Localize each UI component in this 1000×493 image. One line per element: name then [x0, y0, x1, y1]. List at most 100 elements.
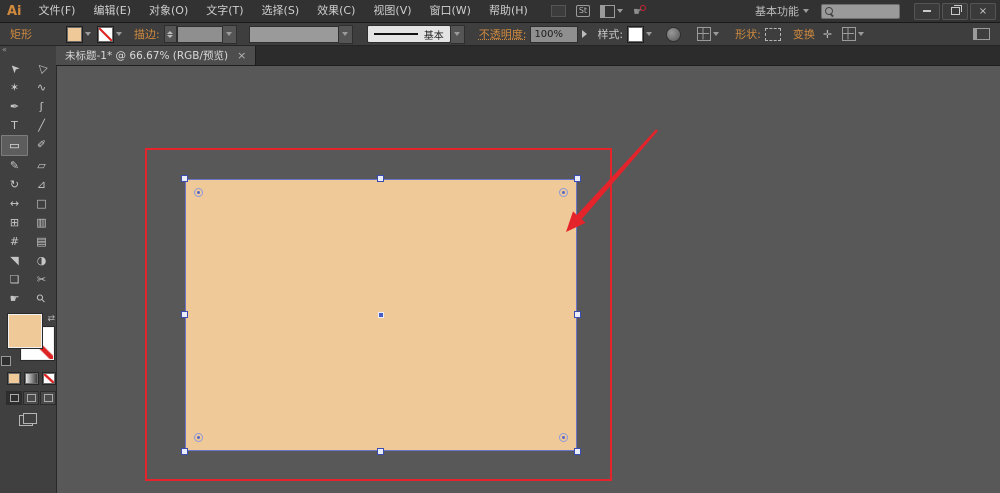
slice-tool[interactable]: ✂ — [28, 270, 55, 289]
opacity-label[interactable]: 不透明度: — [479, 26, 527, 42]
color-mode-button[interactable] — [7, 372, 22, 385]
recolor-artwork-icon[interactable] — [666, 26, 682, 42]
resize-handle-top-right[interactable] — [574, 175, 581, 182]
direct-selection-tool[interactable]: ▷ — [28, 59, 55, 78]
shape-builder-tool[interactable]: ⊞ — [1, 213, 28, 232]
arrange-documents-icon[interactable] — [600, 4, 624, 18]
opacity-input[interactable]: 100% — [530, 25, 579, 43]
menu-effect[interactable]: 效果(C) — [308, 0, 364, 22]
panel-collapse-icon[interactable] — [973, 28, 990, 40]
corner-radius-widget-tr[interactable] — [559, 188, 568, 197]
tool-panel-collapse-icon[interactable]: « — [0, 46, 56, 54]
menu-edit[interactable]: 编辑(E) — [84, 0, 140, 22]
screen-mode-button[interactable] — [19, 413, 37, 426]
canvas[interactable] — [56, 65, 1000, 493]
line-segment-tool[interactable]: ╱ — [28, 116, 55, 135]
corner-radius-widget-br[interactable] — [559, 433, 568, 442]
eraser-tool[interactable]: ▱ — [28, 156, 55, 175]
touch-workspace-icon[interactable]: ☛ — [633, 4, 646, 18]
pencil-tool[interactable]: ✎ — [1, 156, 28, 175]
draw-inside-button[interactable] — [40, 391, 56, 405]
brush-definition-select[interactable]: 基本 — [366, 25, 451, 43]
stroke-weight-stepper[interactable] — [163, 25, 177, 43]
draw-normal-button[interactable] — [6, 391, 22, 405]
isolate-icon[interactable] — [842, 27, 857, 41]
eyedropper-tool[interactable]: ◥ — [1, 251, 28, 270]
free-transform-tool[interactable]: □ — [28, 194, 55, 213]
menu-object[interactable]: 对象(O) — [140, 0, 197, 22]
menu-file[interactable]: 文件(F) — [30, 0, 85, 22]
scale-tool[interactable]: ⊿ — [28, 175, 55, 194]
corner-radius-widget-bl[interactable] — [194, 433, 203, 442]
blend-tool[interactable]: ◑ — [28, 251, 55, 270]
shape-label[interactable]: 形状: — [735, 26, 761, 42]
align-caret-icon[interactable] — [713, 32, 720, 36]
transform-label[interactable]: 变换 — [793, 26, 815, 42]
fill-caret-icon[interactable] — [85, 32, 91, 36]
graphic-style-swatch[interactable] — [627, 25, 645, 43]
artboard-tool[interactable]: ❏ — [1, 270, 28, 289]
resize-handle-middle-left[interactable] — [181, 311, 188, 318]
curvature-tool[interactable]: ʃ — [28, 97, 55, 116]
stroke-weight-label[interactable]: 描边: — [134, 26, 160, 42]
lasso-tool[interactable]: ∿ — [28, 78, 55, 97]
mesh-tool[interactable]: # — [1, 232, 28, 251]
graph-tool[interactable]: ▥ — [28, 213, 55, 232]
swap-fill-stroke-icon[interactable]: ⇄ — [47, 314, 55, 324]
resize-handle-top-middle[interactable] — [377, 175, 384, 182]
close-button[interactable]: × — [970, 2, 996, 20]
zoom-tool[interactable]: ⚲ — [28, 289, 55, 308]
menu-select[interactable]: 选择(S) — [253, 0, 309, 22]
restore-button[interactable] — [942, 2, 968, 20]
resize-handle-middle-right[interactable] — [574, 311, 581, 318]
width-profile-select[interactable] — [248, 25, 339, 43]
resize-handle-top-left[interactable] — [181, 175, 188, 182]
width-profile-caret-icon[interactable] — [338, 24, 353, 44]
rectangle-tool[interactable]: ▭ — [1, 135, 28, 156]
hand-tool[interactable]: ☛ — [1, 289, 28, 308]
stroke-weight-caret-icon[interactable] — [222, 24, 237, 44]
stroke-color-swatch[interactable] — [97, 25, 114, 43]
adobe-stock-icon[interactable]: St — [575, 5, 591, 17]
rotate-tool[interactable]: ↻ — [1, 175, 28, 194]
paintbrush-tool[interactable]: ✐ — [28, 135, 55, 154]
selection-tool[interactable]: ➤ — [1, 59, 28, 78]
align-options-icon[interactable] — [697, 27, 712, 41]
corner-radius-widget-tl[interactable] — [194, 188, 203, 197]
none-mode-button[interactable] — [41, 372, 56, 385]
gradient-tool[interactable]: ▤ — [28, 232, 55, 251]
fill-color-well[interactable] — [8, 314, 42, 348]
shape-widget-icon[interactable] — [764, 27, 781, 41]
default-fill-stroke-icon[interactable] — [1, 356, 11, 366]
transform-widget-icon[interactable]: ✛ — [823, 28, 832, 41]
bridge-icon[interactable] — [550, 5, 566, 17]
magic-wand-tool[interactable]: ✶ — [1, 78, 28, 97]
stroke-weight-input[interactable] — [176, 25, 223, 43]
width-tool[interactable]: ↔ — [1, 194, 28, 213]
pen-tool[interactable]: ✒ — [1, 97, 28, 116]
opacity-arrow-icon[interactable] — [582, 30, 588, 38]
menu-type[interactable]: 文字(T) — [197, 0, 252, 22]
tab-close-icon[interactable]: × — [237, 49, 246, 62]
minimize-button[interactable] — [914, 2, 940, 20]
draw-behind-button[interactable] — [23, 391, 39, 405]
menu-window[interactable]: 窗口(W) — [421, 0, 480, 22]
workspace-switcher[interactable]: 基本功能 — [755, 3, 799, 19]
document-tab[interactable]: 未标题-1* @ 66.67% (RGB/预览) × — [56, 46, 257, 65]
stroke-caret-icon[interactable] — [116, 32, 122, 36]
brush-definition-caret-icon[interactable] — [450, 24, 465, 44]
type-tool[interactable]: T — [1, 116, 28, 135]
menu-view[interactable]: 视图(V) — [364, 0, 420, 22]
graphic-style-caret-icon[interactable] — [646, 32, 653, 36]
resize-handle-bottom-left[interactable] — [181, 448, 188, 455]
isolate-caret-icon[interactable] — [858, 32, 865, 36]
brush-stroke-preview — [373, 33, 418, 35]
resize-handle-bottom-middle[interactable] — [377, 448, 384, 455]
search-input[interactable] — [821, 3, 900, 19]
fill-color-swatch[interactable] — [66, 25, 83, 43]
menu-help[interactable]: 帮助(H) — [480, 0, 537, 22]
gradient-mode-button[interactable] — [24, 372, 39, 385]
center-point-handle[interactable] — [378, 312, 384, 318]
resize-handle-bottom-right[interactable] — [574, 448, 581, 455]
style-label[interactable]: 样式: — [597, 26, 623, 42]
